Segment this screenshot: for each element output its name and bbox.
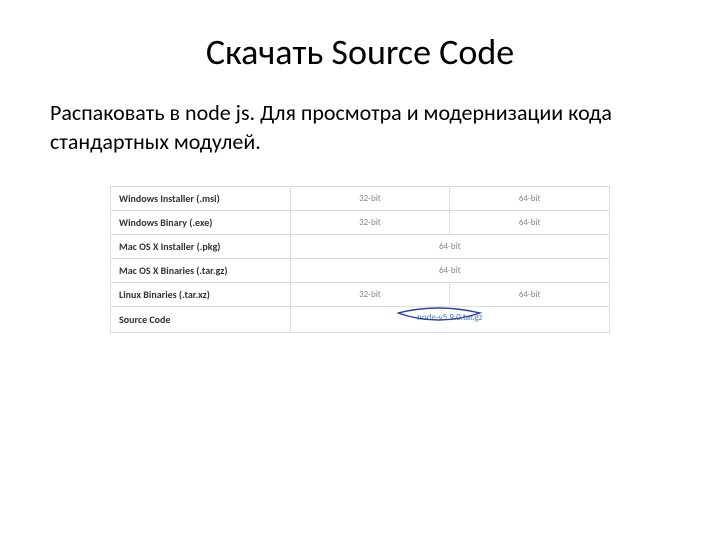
slide-title: Скачать Source Code: [50, 30, 670, 74]
download-cell-64bit[interactable]: 64-bit: [450, 283, 610, 307]
download-cell-32bit[interactable]: 32-bit: [290, 187, 450, 211]
downloads-table: Windows Installer (.msi) 32-bit 64-bit W…: [110, 186, 610, 333]
download-cell-64bit[interactable]: 64-bit: [450, 211, 610, 235]
table-row: Mac OS X Binaries (.tar.gz) 64-bit: [111, 259, 610, 283]
table-row: Windows Binary (.exe) 32-bit 64-bit: [111, 211, 610, 235]
row-label: Windows Binary (.exe): [111, 211, 291, 235]
download-cell-32bit[interactable]: 32-bit: [290, 211, 450, 235]
row-label: Mac OS X Installer (.pkg): [111, 235, 291, 259]
row-label: Windows Installer (.msi): [111, 187, 291, 211]
table-row: Source Code node-v5.9.0.tar.gz: [111, 307, 610, 333]
row-label: Linux Binaries (.tar.xz): [111, 283, 291, 307]
download-cell-64bit[interactable]: 64-bit: [290, 259, 609, 283]
row-label: Mac OS X Binaries (.tar.gz): [111, 259, 291, 283]
download-cell-32bit[interactable]: 32-bit: [290, 283, 450, 307]
row-label: Source Code: [111, 307, 291, 333]
downloads-table-wrap: Windows Installer (.msi) 32-bit 64-bit W…: [110, 186, 610, 333]
table-row: Linux Binaries (.tar.xz) 32-bit 64-bit: [111, 283, 610, 307]
table-row: Windows Installer (.msi) 32-bit 64-bit: [111, 187, 610, 211]
slide-subtitle: Распаковать в node js. Для просмотра и м…: [50, 99, 670, 156]
download-cell-64bit[interactable]: 64-bit: [290, 235, 609, 259]
source-code-link[interactable]: node-v5.9.0.tar.gz: [417, 312, 482, 323]
download-cell-source[interactable]: node-v5.9.0.tar.gz: [290, 307, 609, 333]
download-cell-64bit[interactable]: 64-bit: [450, 187, 610, 211]
table-row: Mac OS X Installer (.pkg) 64-bit: [111, 235, 610, 259]
